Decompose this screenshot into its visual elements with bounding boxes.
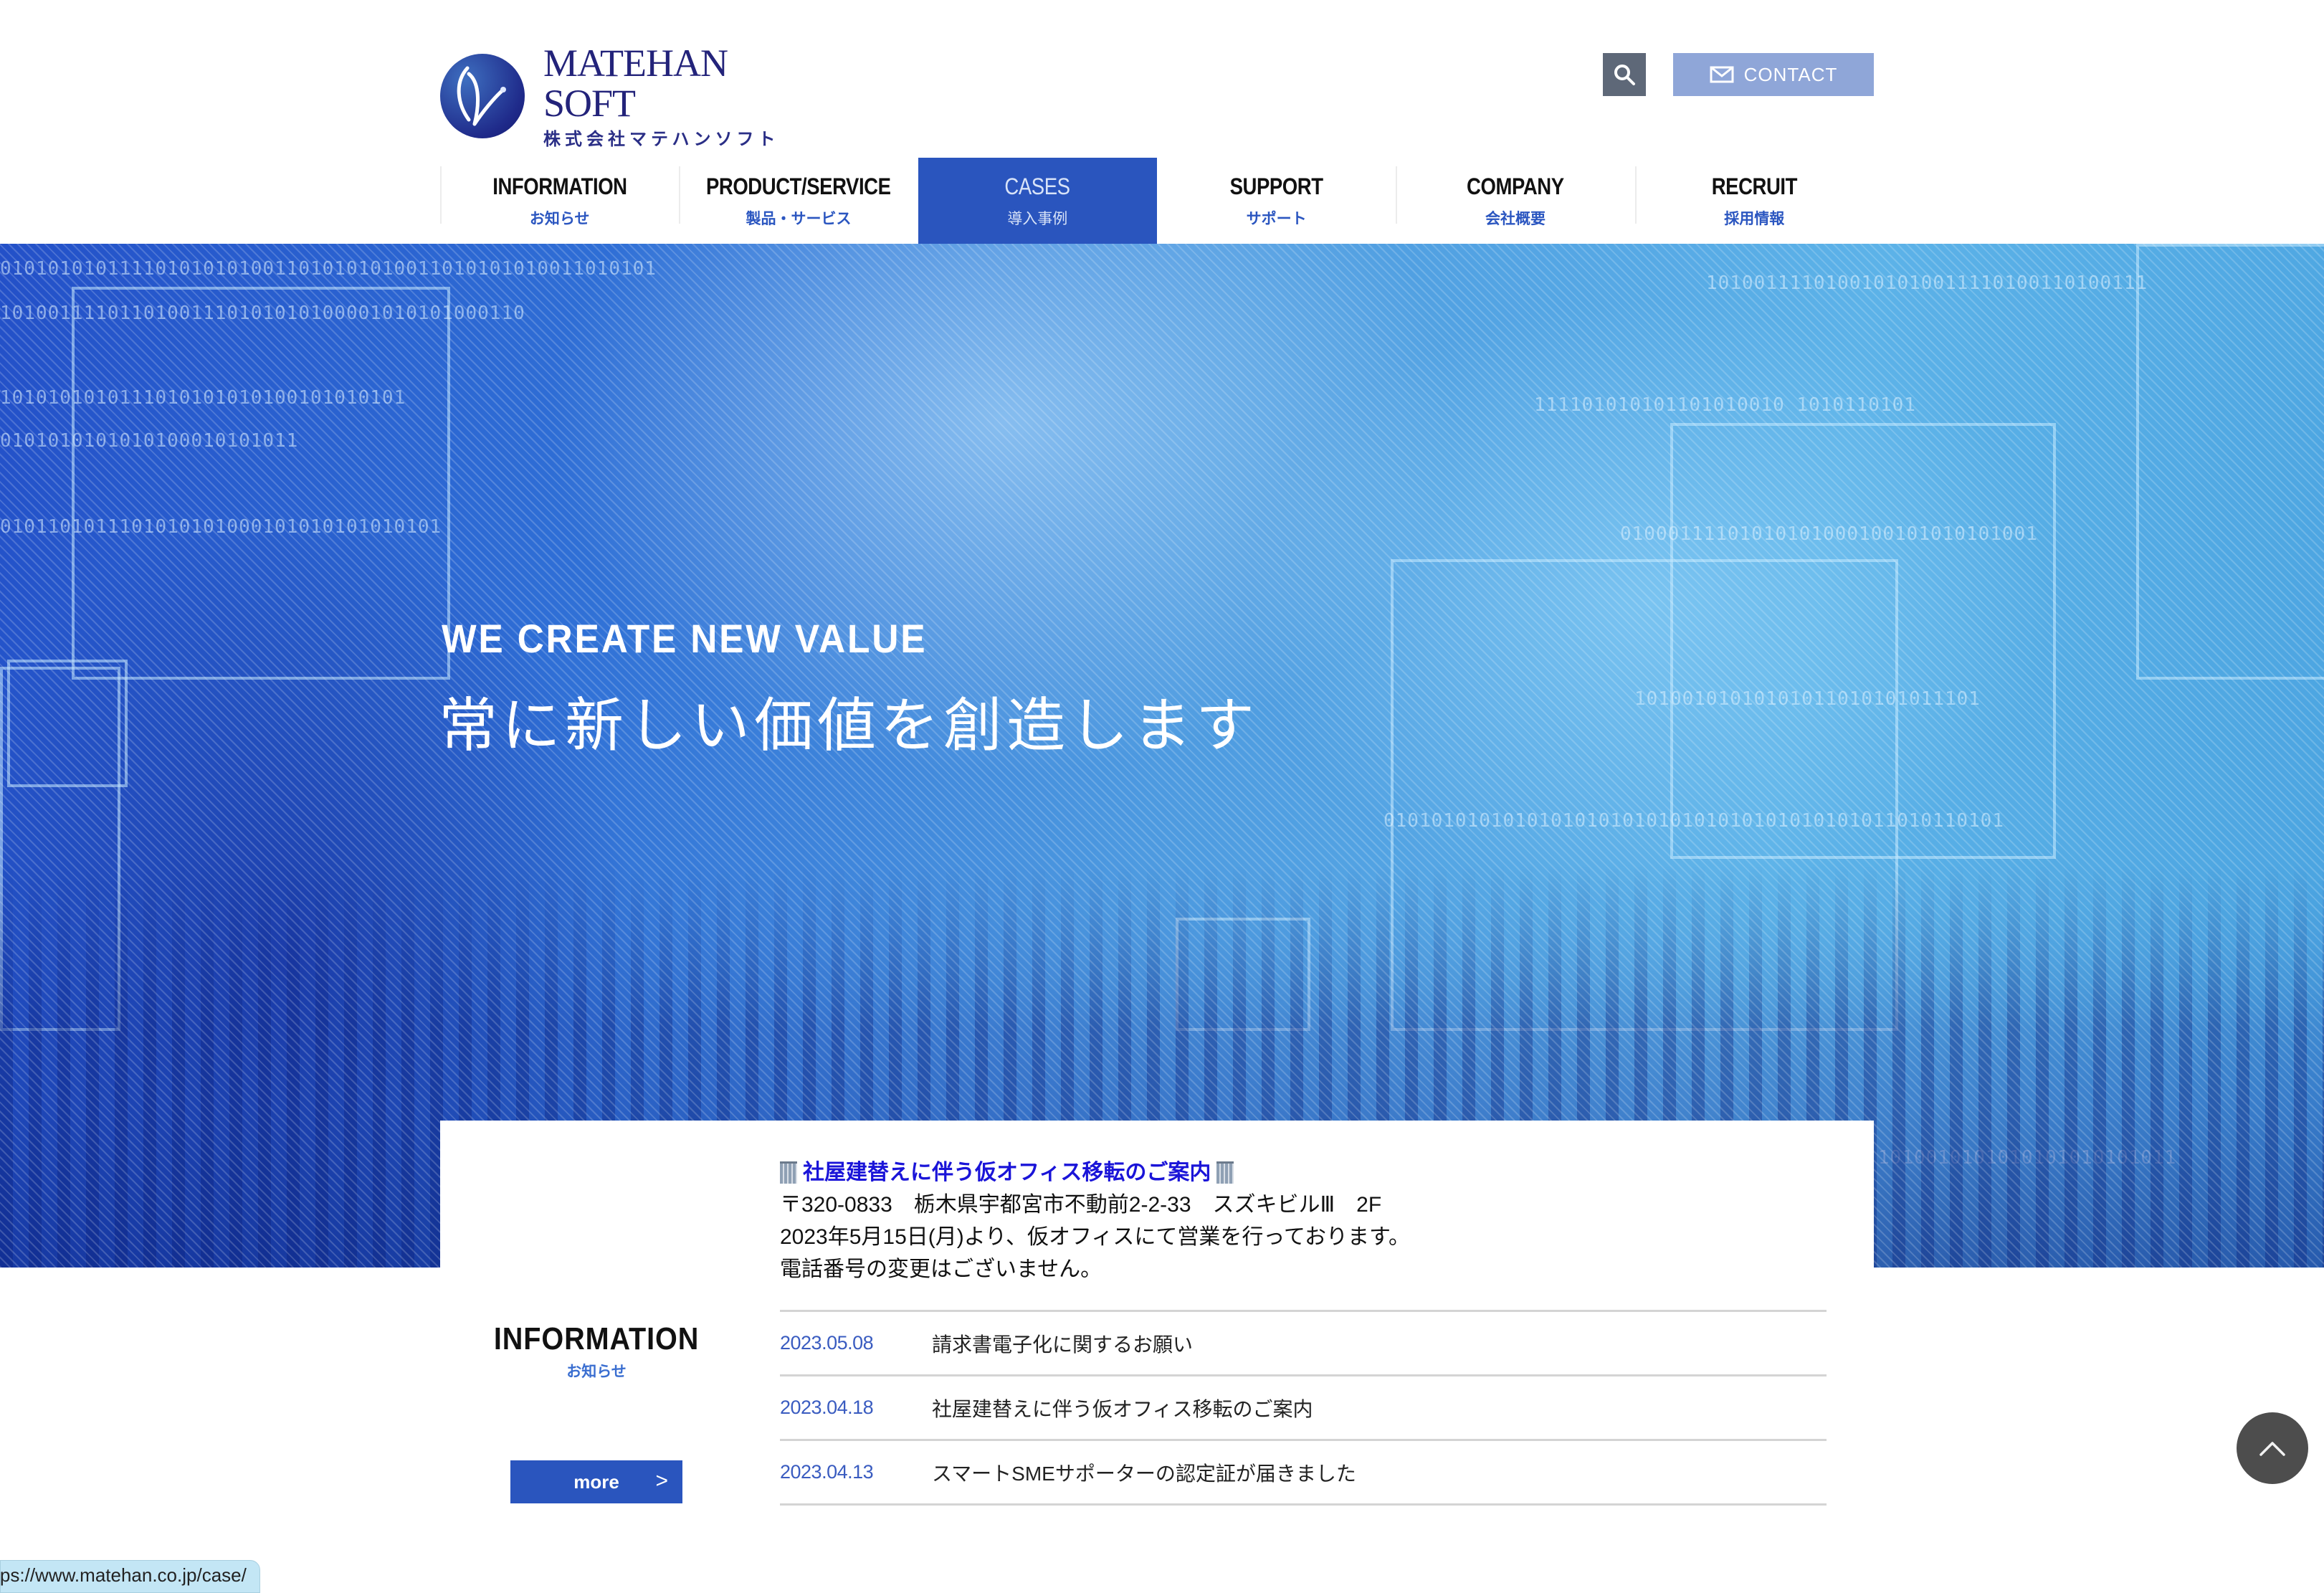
nav-item-cases[interactable]: CASES 導入事例: [918, 158, 1157, 244]
news-item[interactable]: 2023.04.13 スマートSMEサポーターの認定証が届きました: [780, 1441, 1827, 1506]
news-list: 2023.05.08 請求書電子化に関するお願い 2023.04.18 社屋建替…: [780, 1310, 1827, 1506]
main-nav: INFORMATION お知らせ PRODUCT/SERVICE 製品・サービス…: [440, 158, 1874, 244]
nav-label-en: CASES: [1004, 173, 1071, 199]
notice-date-line: 2023年5月15日(月)より、仮オフィスにて営業を行っております。: [780, 1225, 1410, 1249]
nav-divider: [1634, 166, 1637, 224]
news-item[interactable]: 2023.05.08 請求書電子化に関するお願い: [780, 1312, 1827, 1376]
more-label: more: [573, 1470, 619, 1493]
nav-divider: [440, 166, 442, 224]
nav-label-jp: 採用情報: [1724, 210, 1785, 227]
nav-divider: [679, 166, 681, 224]
nav-divider: [1396, 166, 1398, 224]
nav-label-jp: 導入事例: [1007, 210, 1068, 227]
news-title: 社屋建替えに伴う仮オフィス移転のご案内: [932, 1397, 1313, 1420]
more-button[interactable]: more >: [510, 1460, 682, 1503]
notice-address: 〒320-0833 栃木県宇都宮市不動前2-2-33 スズキビルⅢ 2F: [780, 1193, 1382, 1217]
news-item[interactable]: 2023.04.18 社屋建替えに伴う仮オフィス移転のご案内: [780, 1376, 1827, 1441]
logo-subtitle: 株式会社マテハンソフト: [543, 129, 780, 149]
news-title: スマートSMEサポーターの認定証が届きました: [932, 1462, 1356, 1485]
contact-button[interactable]: CONTACT: [1673, 53, 1874, 96]
nav-label-en: RECRUIT: [1711, 173, 1798, 199]
information-heading-jp: お知らせ: [566, 1364, 627, 1380]
news-date: 2023.04.13: [780, 1461, 874, 1483]
hero-tagline-en: WE CREATE NEW VALUE: [442, 616, 928, 661]
back-to-top-button[interactable]: [2237, 1412, 2308, 1484]
nav-item-product-service[interactable]: PRODUCT/SERVICE 製品・サービス: [679, 158, 918, 244]
notice-title-link[interactable]: 社屋建替えに伴う仮オフィス移転のご案内: [780, 1156, 1827, 1189]
nav-label-jp: 製品・サービス: [746, 210, 852, 227]
news-date: 2023.04.18: [780, 1397, 874, 1418]
search-button[interactable]: [1603, 53, 1646, 96]
news-title: 請求書電子化に関するお願い: [932, 1333, 1194, 1356]
nav-label-en: COMPANY: [1467, 173, 1564, 199]
company-logo[interactable]: MATEHAN SOFT 株式会社マテハンソフト: [440, 43, 799, 149]
logo-mark-icon: [440, 54, 525, 138]
information-heading: INFORMATION お知らせ: [440, 1321, 753, 1382]
nav-label-en: SUPPORT: [1229, 173, 1323, 199]
logo-name: MATEHAN SOFT: [543, 41, 728, 125]
hero-tagline-jp: 常に新しい価値を創造します: [439, 693, 1259, 759]
notice-title: 社屋建替えに伴う仮オフィス移転のご案内: [803, 1161, 1211, 1184]
search-icon: [1614, 65, 1635, 85]
chevron-right-icon: >: [655, 1469, 668, 1493]
information-heading-en: INFORMATION: [493, 1321, 700, 1356]
nav-label-jp: 会社概要: [1485, 210, 1546, 227]
status-bar-url: https://www.matehan.co.jp/case/: [0, 1560, 260, 1593]
nav-item-support[interactable]: SUPPORT サポート: [1157, 158, 1396, 244]
information-section: INFORMATION お知らせ more > 社屋建替えに伴う仮オフィス移転の…: [440, 1121, 1874, 1586]
notice-phone-line: 電話番号の変更はございません。: [780, 1257, 1103, 1281]
mail-icon: [1710, 66, 1734, 83]
nav-label-jp: お知らせ: [529, 210, 590, 227]
nav-label-jp: サポート: [1246, 210, 1307, 227]
office-building-icon: [1216, 1161, 1234, 1184]
chevron-up-icon: [2259, 1442, 2285, 1456]
nav-item-information[interactable]: INFORMATION お知らせ: [440, 158, 679, 244]
news-date: 2023.05.08: [780, 1332, 874, 1354]
nav-item-recruit[interactable]: RECRUIT 採用情報: [1634, 158, 1874, 244]
hero-banner: 0101010101111010101010011010101010011010…: [0, 244, 2324, 1268]
notice-block: 社屋建替えに伴う仮オフィス移転のご案内 〒320-0833 栃木県宇都宮市不動前…: [780, 1156, 1827, 1285]
nav-item-company[interactable]: COMPANY 会社概要: [1396, 158, 1634, 244]
nav-label-en: INFORMATION: [492, 173, 627, 199]
status-url-text: https://www.matehan.co.jp/case/: [0, 1564, 247, 1586]
contact-label: CONTACT: [1743, 63, 1838, 85]
nav-label-en: PRODUCT/SERVICE: [706, 173, 891, 199]
office-building-icon: [780, 1161, 797, 1184]
